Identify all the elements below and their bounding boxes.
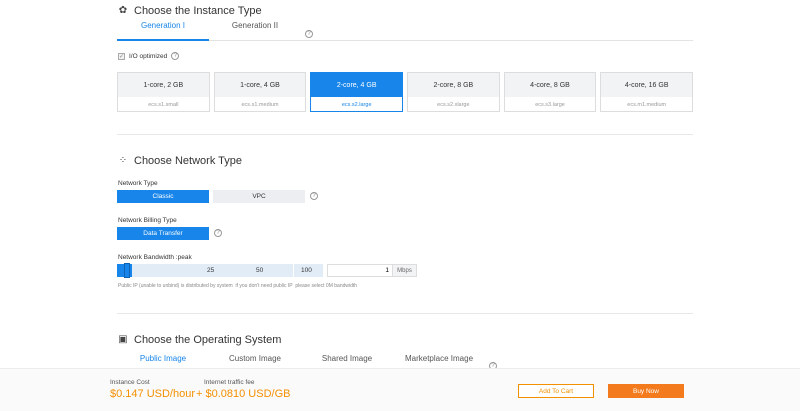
- os-heading: ▣ Choose the Operating System: [118, 334, 281, 346]
- instance-card-name: ecs.s3.large: [535, 101, 565, 108]
- slider-mark: 25: [207, 267, 215, 274]
- tab-generation-1[interactable]: Generation I: [117, 21, 209, 41]
- instance-card[interactable]: 1-core, 4 GB ecs.s1.medium: [213, 72, 307, 112]
- slider-mark: 50: [256, 267, 264, 274]
- billing-type-label: Network Billing Type: [118, 217, 177, 224]
- instance-card-spec: 4-core, 8 GB: [504, 73, 596, 97]
- help-icon[interactable]: ?: [171, 52, 180, 60]
- instance-card-selected[interactable]: 2-core, 4 GB ecs.s2.large: [310, 72, 404, 112]
- bandwidth-input-group: Mbps: [327, 264, 417, 277]
- instance-card[interactable]: 4-core, 8 GB ecs.s3.large: [503, 72, 597, 112]
- instance-card-spec: 1-core, 4 GB: [214, 73, 306, 97]
- instance-card-spec: 1-core, 2 GB: [118, 73, 209, 97]
- section-divider: [117, 313, 693, 314]
- bandwidth-input[interactable]: [328, 267, 392, 274]
- instance-type-heading: ✿ Choose the Instance Type: [118, 5, 262, 17]
- slider-mark: 100: [301, 267, 312, 274]
- network-type-heading: ⁘ Choose Network Type: [118, 155, 242, 167]
- instance-cost-label: Instance Cost: [110, 379, 150, 386]
- instance-card[interactable]: 1-core, 2 GB ecs.s1.small: [117, 72, 210, 112]
- instance-card-name: ecs.s2.large: [341, 101, 372, 108]
- instance-cost-value: $0.147 USD/hour: [110, 388, 195, 400]
- traffic-fee-label: Internet traffic fee: [204, 379, 255, 386]
- instance-card-name: ecs.s1.medium: [241, 101, 279, 108]
- help-icon-wrap: ?: [301, 21, 313, 40]
- network-classic-option[interactable]: Classic: [117, 190, 209, 203]
- instance-type-title: Choose the Instance Type: [134, 5, 262, 17]
- traffic-fee-value: + $0.0810 USD/GB: [196, 388, 291, 400]
- section-divider: [117, 134, 693, 135]
- network-vpc-option[interactable]: VPC: [213, 190, 305, 203]
- bandwidth-slider[interactable]: 25 50 100: [117, 263, 323, 278]
- bandwidth-note: Public IP (unable to unbind) is distribu…: [118, 283, 358, 289]
- generation-tabs: Generation I Generation II ?: [117, 21, 693, 41]
- buy-now-button[interactable]: Buy Now: [608, 384, 684, 398]
- instance-type-cards: 1-core, 2 GB ecs.s1.small 1-core, 4 GB e…: [117, 72, 694, 112]
- network-icon: ⁘: [118, 155, 128, 166]
- instance-card-name: ecs.s2.xlarge: [437, 101, 470, 108]
- help-icon[interactable]: ?: [214, 229, 222, 237]
- io-optimized-checkbox[interactable]: ✓: [118, 52, 125, 60]
- bandwidth-slider-handle[interactable]: [124, 263, 130, 278]
- io-optimized-label: I/O optimized: [129, 52, 168, 60]
- help-icon[interactable]: ?: [305, 30, 313, 38]
- gear-icon: ✿: [118, 5, 128, 16]
- io-optimized-row: ✓ I/O optimized ?: [118, 52, 180, 60]
- bandwidth-label: Network Bandwidth :peak: [118, 254, 194, 261]
- bandwidth-unit: Mbps: [392, 265, 416, 276]
- network-type-label: Network Type: [118, 180, 158, 187]
- instance-card-spec: 2-core, 4 GB: [311, 73, 403, 97]
- instance-card[interactable]: 2-core, 8 GB ecs.s2.xlarge: [407, 72, 500, 112]
- layers-icon: ▣: [118, 334, 128, 345]
- instance-card-name: ecs.s1.small: [148, 101, 179, 108]
- instance-card[interactable]: 4-core, 16 GB ecs.m1.medium: [600, 72, 694, 112]
- instance-card-spec: 2-core, 8 GB: [408, 73, 499, 97]
- slider-divider: [293, 264, 294, 277]
- os-title: Choose the Operating System: [134, 334, 282, 346]
- instance-card-name: ecs.m1.medium: [627, 101, 667, 108]
- billing-data-transfer-option[interactable]: Data Transfer: [117, 227, 209, 240]
- instance-card-spec: 4-core, 16 GB: [601, 73, 693, 97]
- help-icon[interactable]: ?: [310, 192, 318, 200]
- tab-generation-2[interactable]: Generation II: [209, 21, 301, 41]
- network-type-title: Choose Network Type: [134, 155, 243, 167]
- add-to-cart-button[interactable]: Add To Cart: [518, 384, 594, 398]
